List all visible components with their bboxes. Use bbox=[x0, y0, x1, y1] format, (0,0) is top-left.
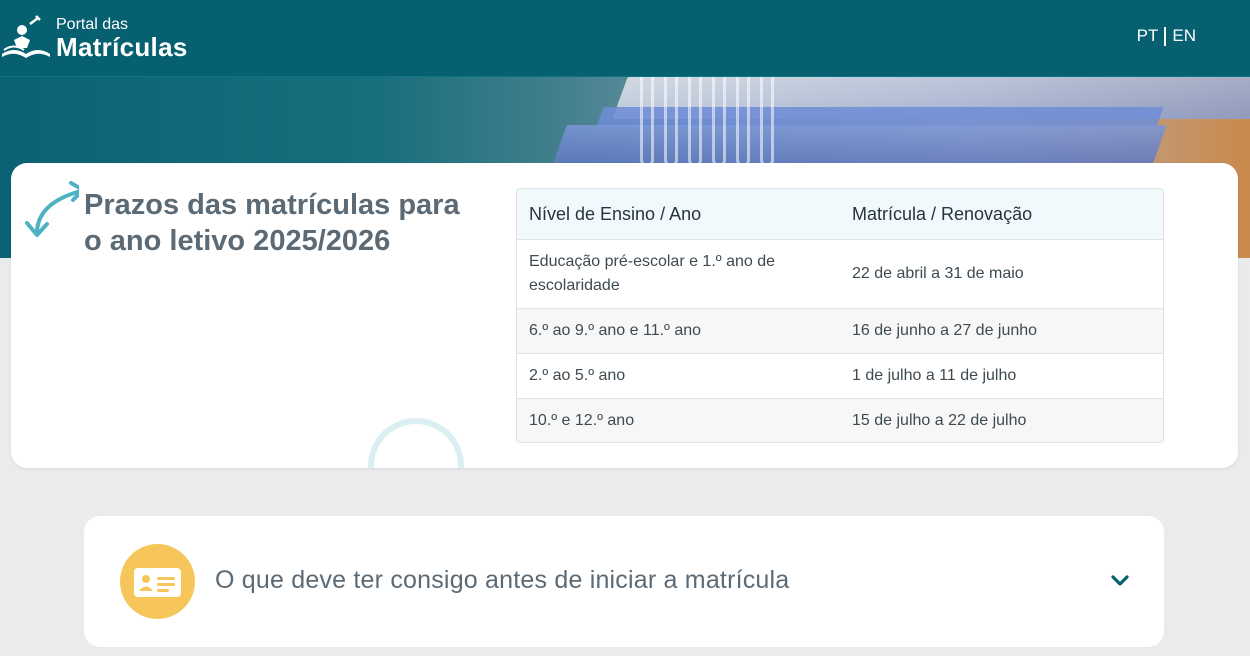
hero-spiral bbox=[736, 77, 750, 167]
table-cell-period: 22 de abril a 31 de maio bbox=[852, 265, 1024, 282]
accordion-label: O que deve ter consigo antes de iniciar … bbox=[215, 566, 790, 594]
deadlines-title: Prazos das matrículas para o ano letivo … bbox=[84, 187, 484, 259]
table-header-level: Nível de Ensino / Ano bbox=[529, 204, 702, 224]
site-logo[interactable]: Portal das Matrículas bbox=[0, 12, 200, 64]
lang-en-link[interactable]: EN bbox=[1172, 26, 1196, 46]
table-cell-period: 15 de julho a 22 de julho bbox=[852, 411, 1027, 429]
table-row: 2.º ao 5.º ano 1 de julho a 11 de julho bbox=[517, 353, 1163, 398]
deadlines-table: Nível de Ensino / Ano Matrícula / Renova… bbox=[516, 188, 1164, 443]
id-card-icon bbox=[120, 544, 195, 619]
logo-title: Matrículas bbox=[56, 31, 188, 62]
hero-spiral bbox=[688, 77, 702, 167]
language-switcher: PT EN bbox=[1137, 26, 1196, 46]
double-arrow-icon bbox=[25, 181, 79, 237]
chevron-down-icon[interactable] bbox=[1108, 569, 1132, 593]
decorative-ring bbox=[368, 418, 464, 468]
deadlines-card: Prazos das matrículas para o ano letivo … bbox=[11, 163, 1238, 468]
site-header: Portal das Matrículas PT EN bbox=[0, 0, 1250, 77]
deadlines-title-line1: Prazos das matrículas para bbox=[84, 189, 460, 221]
table-cell-level: 2.º ao 5.º ano bbox=[529, 367, 626, 384]
hero-spiral bbox=[760, 77, 774, 167]
lang-divider bbox=[1164, 26, 1167, 46]
hero-spiral bbox=[664, 77, 678, 167]
lang-pt-link[interactable]: PT bbox=[1137, 26, 1159, 46]
requirements-accordion[interactable]: O que deve ter consigo antes de iniciar … bbox=[84, 516, 1164, 647]
table-header-row: Nível de Ensino / Ano Matrícula / Renova… bbox=[517, 189, 1163, 239]
table-row: 6.º ao 9.º ano e 11.º ano 16 de junho a … bbox=[517, 308, 1163, 353]
logo-icon bbox=[2, 15, 50, 58]
table-row: Educação pré-escolar e 1.º ano de escola… bbox=[517, 239, 1163, 308]
table-header-period: Matrícula / Renovação bbox=[852, 203, 1033, 224]
deadlines-title-line2: o ano letivo 2025/2026 bbox=[84, 225, 391, 257]
table-cell-level: Educação pré-escolar e 1.º ano de escola… bbox=[529, 253, 775, 294]
table-cell-period: 1 de julho a 11 de julho bbox=[852, 367, 1017, 384]
hero-notebook-shape bbox=[596, 107, 1164, 127]
table-row: 10.º e 12.º ano 15 de julho a 22 de julh… bbox=[517, 398, 1163, 442]
hero-spiral bbox=[712, 77, 726, 167]
table-cell-level: 10.º e 12.º ano bbox=[529, 411, 635, 429]
table-cell-period: 16 de junho a 27 de junho bbox=[852, 322, 1038, 339]
table-cell-level: 6.º ao 9.º ano e 11.º ano bbox=[529, 322, 702, 339]
hero-spiral bbox=[640, 77, 654, 167]
logo-subtitle: Portal das bbox=[56, 15, 129, 33]
